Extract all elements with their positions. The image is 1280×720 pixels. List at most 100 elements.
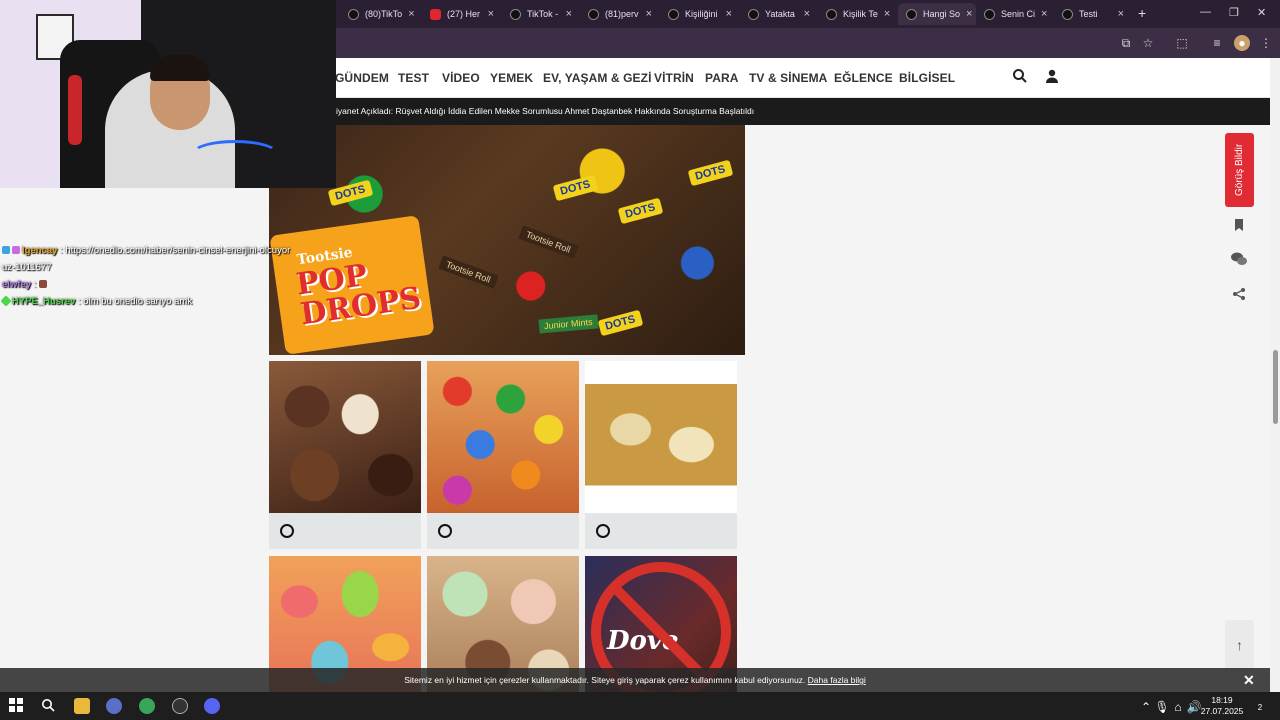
bookmark-icon[interactable] — [1228, 216, 1250, 238]
close-tab-icon[interactable]: × — [726, 8, 732, 20]
share-icon[interactable] — [1228, 285, 1250, 307]
tab-hangi-active[interactable]: Hangi So × — [898, 3, 976, 25]
badge-icon — [2, 246, 10, 254]
profile-avatar-icon[interactable]: ● — [1234, 35, 1250, 51]
option-image — [585, 361, 737, 513]
scrollbar-thumb[interactable] — [1273, 350, 1278, 424]
comments-icon[interactable] — [1228, 251, 1250, 273]
app-icon[interactable] — [106, 698, 122, 714]
feedback-button[interactable]: Görüş Bildir — [1225, 133, 1254, 207]
notification-icon[interactable]: 2 — [1252, 698, 1268, 714]
candy-label: DOTS — [552, 174, 598, 202]
scroll-to-top-button[interactable]: ↑ — [1225, 620, 1254, 670]
option-card-gummy-bears[interactable] — [427, 361, 579, 549]
tab-testi[interactable]: Testi × — [1054, 3, 1132, 25]
chrome-menu-icon[interactable]: ⋮ — [1258, 35, 1274, 51]
close-tab-icon[interactable]: × — [884, 8, 890, 20]
tiktok-icon — [588, 8, 599, 20]
chat-message: HYPE_Husrev : olm bu onedio sarıyo amk — [0, 293, 292, 310]
chrome-icon[interactable] — [139, 698, 155, 714]
close-tab-icon[interactable]: × — [804, 8, 810, 20]
badge-icon — [12, 246, 20, 254]
onedio-icon — [906, 8, 917, 20]
candy-label: Junior Mints — [538, 314, 599, 334]
nav-eglence[interactable]: EĞLENCE — [834, 71, 893, 85]
close-tab-icon[interactable]: × — [488, 8, 494, 20]
bookmark-star-icon[interactable]: ☆ — [1140, 35, 1156, 51]
cookie-banner: Sitemiz en iyi hizmet için çerezler kull… — [0, 668, 1270, 692]
onedio-icon — [984, 8, 995, 20]
install-app-icon[interactable]: ⧉ — [1118, 35, 1134, 51]
nav-vitrin[interactable]: VİTRİN — [654, 71, 694, 85]
search-icon[interactable] — [1012, 68, 1030, 86]
user-icon[interactable] — [1044, 68, 1062, 86]
nav-tv-sinema[interactable]: TV & SİNEMA — [749, 71, 827, 85]
restore-button[interactable]: ❐ — [1229, 6, 1239, 19]
tab-tiktok-3[interactable]: (81)perv × — [580, 3, 660, 25]
option-image — [269, 361, 421, 513]
onedio-icon — [668, 8, 679, 20]
media-controls-icon[interactable]: ≡ — [1209, 35, 1225, 51]
minimize-button[interactable]: — — [1200, 6, 1211, 18]
onedio-icon — [748, 8, 759, 20]
nav-gundem[interactable]: GÜNDEM — [335, 71, 389, 85]
streamer-hair — [150, 55, 210, 81]
pop-drops-package: Tootsie POP DROPS — [269, 215, 435, 355]
badge-icon — [0, 295, 12, 307]
option-radio[interactable] — [280, 524, 294, 538]
candy-label: Tootsie Roll — [438, 255, 499, 289]
candy-label: DOTS — [687, 159, 733, 187]
close-window-button[interactable]: ✕ — [1257, 6, 1266, 19]
chat-message: lgencay : https://onedio.com/haber/senin… — [2, 245, 291, 273]
network-icon[interactable]: ⌂ — [1170, 699, 1186, 715]
nav-para[interactable]: PARA — [705, 71, 739, 85]
extensions-icon[interactable]: ⬚ — [1174, 35, 1190, 51]
close-tab-icon[interactable]: × — [566, 8, 572, 20]
system-clock[interactable]: 18:19 27.07.2025 — [1200, 695, 1244, 717]
close-tab-icon[interactable]: × — [408, 8, 414, 20]
windows-start-icon[interactable] — [8, 698, 24, 714]
tab-tiktok-2[interactable]: TikTok - × — [502, 3, 580, 25]
page-scrollbar[interactable] — [1270, 58, 1280, 692]
hero-candy-image: DOTS DOTS DOTS DOTS DOTS Tootsie Roll To… — [269, 125, 745, 355]
windows-taskbar: ⌃ 🎙 ⌂ 🔊 18:19 27.07.2025 2 — [0, 692, 1280, 720]
close-tab-icon[interactable]: × — [646, 8, 652, 20]
tab-senin[interactable]: Senin Ci × — [976, 3, 1054, 25]
cookie-text: Sitemiz en iyi hizmet için çerezler kull… — [404, 675, 806, 685]
close-tab-icon[interactable]: × — [966, 8, 972, 20]
nav-test[interactable]: TEST — [398, 71, 429, 85]
option-radio[interactable] — [438, 524, 452, 538]
chat-message: elwfey : — [2, 276, 292, 293]
option-radio[interactable] — [596, 524, 610, 538]
close-tab-icon[interactable]: × — [1118, 8, 1124, 20]
tab-tiktok-1[interactable]: (80)TikTo × — [340, 3, 422, 25]
close-tab-icon[interactable]: × — [1041, 8, 1047, 20]
onedio-icon — [1062, 8, 1073, 20]
new-tab-button[interactable]: + — [1138, 5, 1146, 21]
microphone-icon[interactable]: 🎙 — [1154, 699, 1170, 715]
tab-kisilik-testi[interactable]: Kişilik Te × — [818, 3, 898, 25]
option-card-nut-brittle[interactable] — [585, 361, 737, 549]
close-cookie-icon[interactable]: ✕ — [1243, 672, 1255, 689]
obs-icon[interactable] — [172, 698, 188, 714]
discord-icon[interactable] — [204, 698, 220, 714]
tab-kisilik[interactable]: Kişiliğini × — [660, 3, 740, 25]
stream-webcam-overlay — [0, 0, 336, 188]
option-card-chocolates[interactable] — [269, 361, 421, 549]
neon-light — [190, 140, 280, 170]
chevron-up-icon[interactable]: ⌃ — [1138, 699, 1154, 715]
nav-yemek[interactable]: YEMEK — [490, 71, 533, 85]
option-image — [427, 361, 579, 513]
nav-ev-yasam-gezi[interactable]: EV, YAŞAM & GEZİ — [543, 71, 652, 85]
nav-video[interactable]: VİDEO — [442, 71, 480, 85]
file-explorer-icon[interactable] — [74, 698, 90, 714]
youtube-icon — [430, 8, 441, 20]
tiktok-icon — [510, 8, 521, 20]
tab-yatakta[interactable]: Yatakta × — [740, 3, 818, 25]
cookie-more-info-link[interactable]: Daha fazla bilgi — [808, 675, 866, 685]
tiktok-icon — [348, 8, 359, 20]
emote-icon — [38, 280, 47, 288]
nav-bilgisel[interactable]: BİLGİSEL — [899, 71, 955, 85]
tab-youtube[interactable]: (27) Her × — [422, 3, 502, 25]
search-icon[interactable] — [40, 698, 56, 714]
